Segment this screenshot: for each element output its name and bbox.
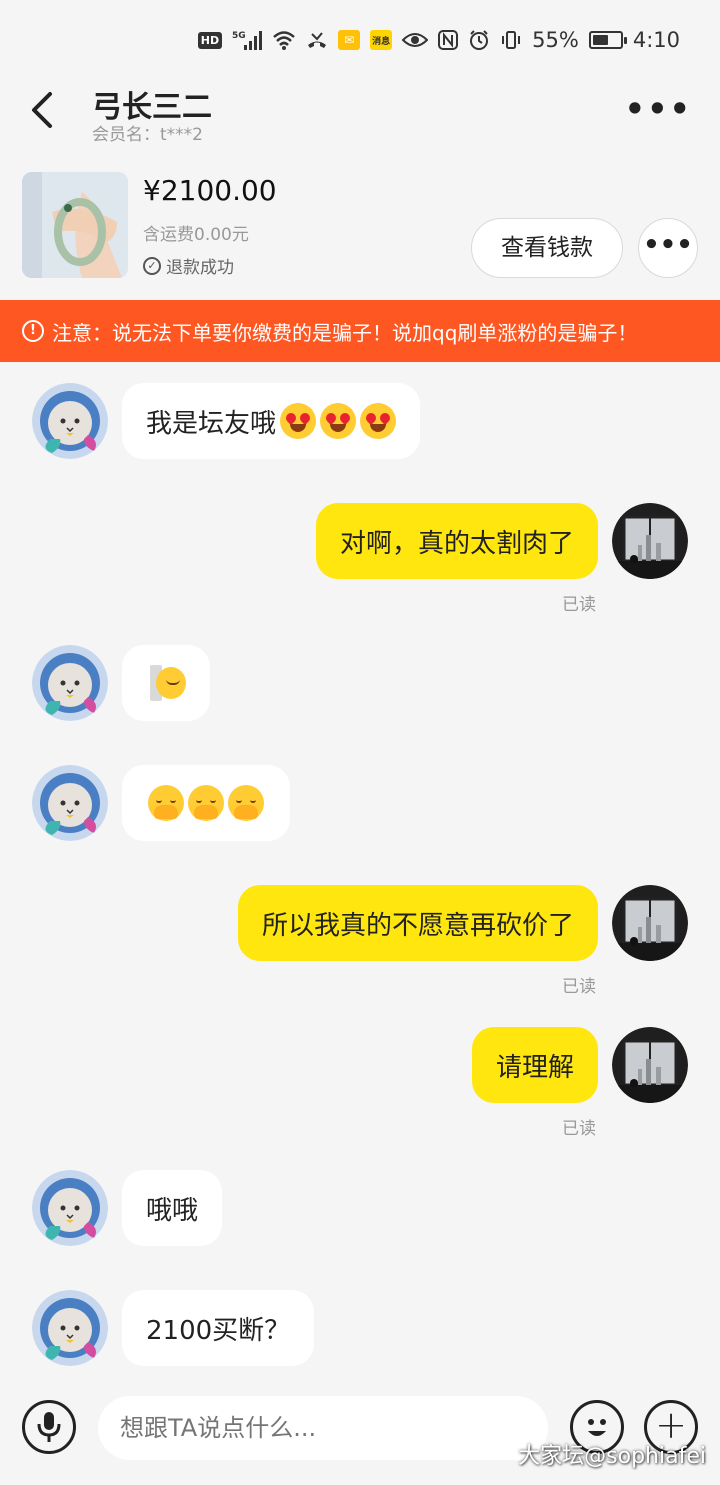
notification-app-icon: 消息 xyxy=(370,30,393,50)
hd-icon: HD xyxy=(197,31,223,49)
status-bar: HD 5G ✉ 消息 55% 4:10 xyxy=(0,0,720,80)
product-card: ¥2100.00 含运费0.00元 ✓ 退款成功 查看钱款 ••• xyxy=(0,160,720,300)
more-icon[interactable]: ••• xyxy=(625,90,692,128)
message-text: 所以我真的不愿意再砍价了 xyxy=(261,910,574,941)
message-bubble-incoming[interactable] xyxy=(122,765,290,841)
message-text: 哦哦 xyxy=(146,1195,199,1226)
status-icons: HD 5G ✉ 消息 55% 4:10 xyxy=(197,28,680,52)
alert-icon: ! xyxy=(22,320,44,342)
alarm-icon xyxy=(468,29,490,51)
other-avatar[interactable] xyxy=(32,645,108,721)
product-thumbnail[interactable] xyxy=(22,172,128,278)
my-avatar[interactable] xyxy=(612,503,688,579)
view-payment-button[interactable]: 查看钱款 xyxy=(471,218,623,278)
product-price: ¥2100.00 xyxy=(143,174,277,207)
check-circle-icon: ✓ xyxy=(143,256,161,275)
message-bubble-incoming[interactable]: 我是坛友哦 xyxy=(122,383,421,459)
message-bubble-outgoing[interactable]: 对啊，真的太割肉了 xyxy=(315,503,598,579)
warning-text: 注意：说无法下单要你缴费的是骗子！说加qq刷单涨粉的是骗子！ xyxy=(52,320,638,345)
message-bubble-incoming[interactable] xyxy=(122,645,210,721)
message-input[interactable] xyxy=(98,1396,548,1460)
eye-icon xyxy=(402,31,429,49)
back-button[interactable] xyxy=(26,88,66,132)
heart-eyes-emoji-icon xyxy=(320,403,357,439)
message-bubble-incoming[interactable]: 2100买断？ xyxy=(122,1290,315,1366)
missed-call-icon xyxy=(306,30,328,50)
product-more-button[interactable]: ••• xyxy=(638,218,698,278)
my-avatar[interactable] xyxy=(612,885,688,961)
message-bubble-incoming[interactable]: 哦哦 xyxy=(122,1170,223,1246)
heart-eyes-emoji-icon xyxy=(360,403,397,439)
wifi-icon xyxy=(272,30,296,50)
message-text: 对啊，真的太割肉了 xyxy=(339,528,574,559)
signal-icon: 5G xyxy=(232,29,263,51)
other-avatar[interactable] xyxy=(32,765,108,841)
shipping-fee: 含运费0.00元 xyxy=(143,225,249,245)
voice-button[interactable] xyxy=(22,1400,76,1454)
peeking-emoji-icon xyxy=(146,663,186,703)
hand-over-mouth-emoji-icon xyxy=(188,785,224,821)
scam-warning-banner: ! 注意：说无法下单要你缴费的是骗子！说加qq刷单涨粉的是骗子！ xyxy=(0,300,720,362)
read-receipt: 已读 xyxy=(562,977,596,997)
hand-over-mouth-emoji-icon xyxy=(148,785,184,821)
vibrate-icon xyxy=(500,29,522,51)
member-name: 会员名：t***2 xyxy=(92,125,203,145)
message-text: 2100买断？ xyxy=(146,1315,291,1346)
my-avatar[interactable] xyxy=(612,1027,688,1103)
message-bubble-outgoing[interactable]: 请理解 xyxy=(471,1027,598,1103)
chat-header: 弓长三二 会员名：t***2 ••• xyxy=(0,80,720,150)
watermark: 大家坛@sophiafei xyxy=(518,1444,706,1469)
input-bar: + xyxy=(0,1388,720,1485)
mail-icon: ✉ xyxy=(338,30,361,50)
message-bubble-outgoing[interactable]: 所以我真的不愿意再砍价了 xyxy=(237,885,598,961)
nfc-icon xyxy=(438,30,459,50)
hand-over-mouth-emoji-icon xyxy=(228,785,264,821)
battery-icon xyxy=(588,31,627,49)
battery-percent: 55% xyxy=(532,28,579,52)
order-status-text: 退款成功 xyxy=(166,258,234,278)
read-receipt: 已读 xyxy=(562,1119,596,1139)
mic-icon xyxy=(37,1412,61,1442)
other-avatar[interactable] xyxy=(32,383,108,459)
svg-text:5G: 5G xyxy=(232,31,246,41)
read-receipt: 已读 xyxy=(562,595,596,615)
clock: 4:10 xyxy=(632,28,680,52)
other-avatar[interactable] xyxy=(32,1170,108,1246)
heart-eyes-emoji-icon xyxy=(280,403,317,439)
message-text: 请理解 xyxy=(495,1052,574,1083)
message-text: 我是坛友哦 xyxy=(146,408,277,439)
other-avatar[interactable] xyxy=(32,1290,108,1366)
order-status: ✓ 退款成功 xyxy=(143,253,234,278)
back-chevron-icon xyxy=(32,92,52,128)
